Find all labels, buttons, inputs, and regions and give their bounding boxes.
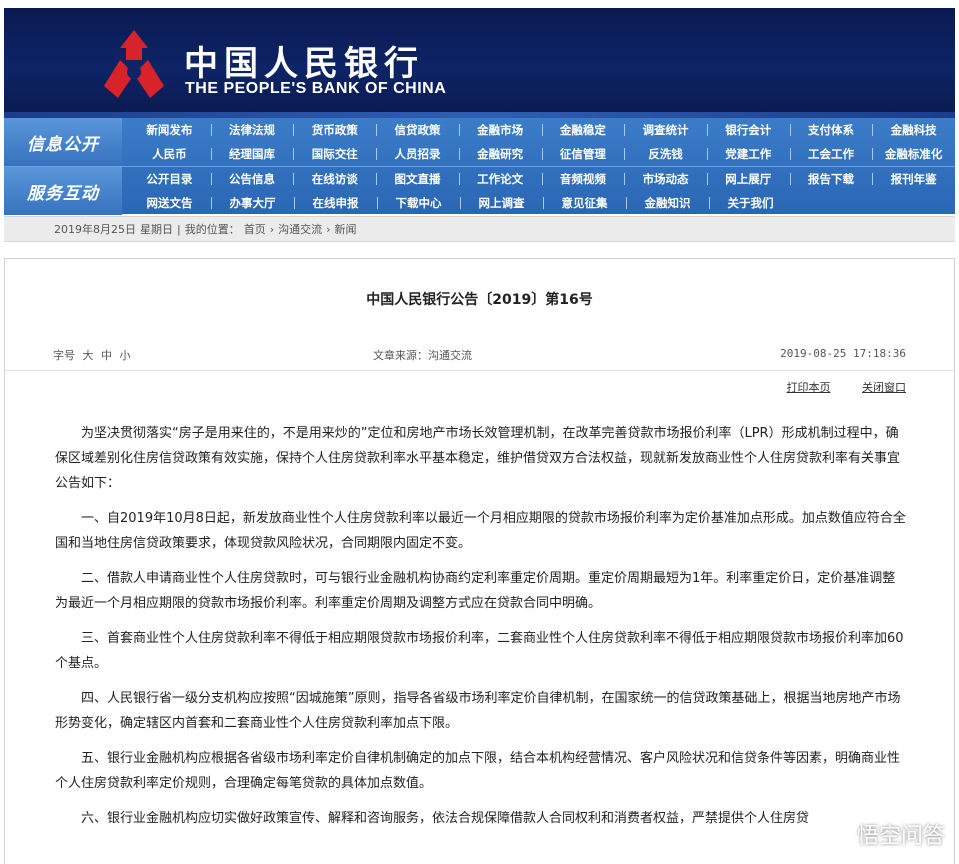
nav-item[interactable]: 市场动态 [624, 167, 707, 191]
nav-item[interactable]: 货币政策 [293, 118, 376, 142]
article-paragraph: 为坚决贯彻落实“房子是用来住的，不是用来炒的”定位和房地产市场长效管理机制，在改… [55, 426, 901, 491]
nav-item[interactable]: 金融知识 [626, 191, 709, 215]
print-page-link[interactable]: 打印本页 [787, 381, 831, 394]
nav-row: 公开目录 公告信息 在线访谈 图文直播 工作论文 音频视频 市场动态 网上展厅 … [128, 167, 955, 191]
article-body: 为坚决贯彻落实“房子是用来住的，不是用来炒的”定位和房地产市场长效管理机制，在改… [55, 421, 907, 841]
article-paragraph: 一、自2019年10月8日起，新发放商业性个人住房贷款利率以最近一个月相应期限的… [55, 511, 906, 551]
breadcrumb: 2019年8月25日 星期日 | 我的位置： 首页 › 沟通交流 › 新闻 [4, 216, 955, 242]
close-window-link[interactable]: 关闭窗口 [862, 381, 906, 394]
nav-item[interactable]: 金融科技 [872, 118, 955, 142]
nav-row: 网送文告 办事大厅 在线申报 下载中心 网上调查 意见征集 金融知识 关于我们 [128, 191, 955, 215]
nav-item[interactable]: 金融标准化 [872, 142, 955, 166]
main-navigation: 信息公开 新闻发布 法律法规 货币政策 信贷政策 金融市场 金融稳定 调查统计 … [4, 118, 955, 215]
current-weekday: 星期日 [140, 223, 173, 236]
chevron-right-icon: › [269, 222, 275, 236]
nav-item[interactable]: 办事大厅 [211, 191, 294, 215]
nav-item[interactable]: 工会工作 [789, 142, 873, 166]
nav-item[interactable]: 银行会计 [706, 118, 790, 142]
article-paragraph: 三、首套商业性个人住房贷款利率不得低于相应期限贷款市场报价利率，二套商业性个人住… [55, 631, 904, 671]
nav-group-title[interactable]: 服务互动 [4, 167, 122, 215]
pboc-emblem-icon [104, 30, 164, 98]
nav-item[interactable]: 关于我们 [709, 191, 792, 215]
breadcrumb-separator: | [177, 222, 181, 236]
font-size-large[interactable]: 大 [83, 349, 94, 362]
font-size-small[interactable]: 小 [120, 349, 131, 362]
article-meta: 字号 大 中 小 文章来源：沟通交流 2019-08-25 17:18:36 [5, 341, 954, 371]
article-paragraph: 六、银行业金融机构应切实做好政策宣传、解释和咨询服务，依法合规保障借款人合同权利… [81, 811, 810, 826]
nav-item[interactable]: 网上展厅 [706, 167, 790, 191]
nav-item[interactable]: 公开目录 [128, 167, 211, 191]
article-paragraph: 五、银行业金融机构应根据各省级市场利率定价自律机制确定的加点下限，结合本机构经营… [55, 751, 901, 791]
nav-row: 新闻发布 法律法规 货币政策 信贷政策 金融市场 金融稳定 调查统计 银行会计 … [128, 118, 955, 142]
logo-chinese-title[interactable]: 中国人民银行 [184, 36, 424, 85]
font-size-medium[interactable]: 中 [101, 349, 112, 362]
nav-item[interactable]: 经理国库 [210, 142, 294, 166]
nav-item[interactable]: 金融市场 [458, 118, 542, 142]
nav-item[interactable]: 人员招录 [376, 142, 459, 166]
nav-item[interactable]: 党建工作 [706, 142, 790, 166]
nav-item[interactable]: 法律法规 [210, 118, 294, 142]
chevron-right-icon: › [326, 222, 331, 236]
article-title: 中国人民银行公告〔2019〕第16号 [366, 292, 593, 308]
nav-item[interactable]: 网上调查 [460, 191, 543, 215]
nav-item[interactable]: 在线申报 [294, 191, 377, 215]
article-paragraph: 四、人民银行省一级分支机构应按照“因城施策”原则，指导各省级市场利率定价自律机制… [55, 691, 901, 731]
font-size-label: 字号 [53, 349, 75, 362]
watermark: 悟空问答 [821, 818, 945, 850]
nav-item[interactable]: 图文直播 [376, 167, 459, 191]
nav-item[interactable]: 网送文告 [128, 191, 211, 215]
nav-group-service: 服务互动 公开目录 公告信息 在线访谈 图文直播 工作论文 音频视频 市场动态 … [4, 166, 955, 215]
logo-english-title[interactable]: THE PEOPLE'S BANK OF CHINA [185, 80, 446, 98]
nav-group-info: 信息公开 新闻发布 法律法规 货币政策 信贷政策 金融市场 金融稳定 调查统计 … [4, 118, 955, 166]
nav-row: 人民币 经理国库 国际交往 人员招录 金融研究 征信管理 反洗钱 党建工作 工会… [128, 142, 955, 166]
nav-item[interactable]: 在线访谈 [293, 167, 376, 191]
nav-item[interactable]: 反洗钱 [624, 142, 707, 166]
article-paragraph: 二、借款人申请商业性个人住房贷款时，可与银行业金融机构协商约定利率重定价周期。重… [55, 571, 896, 611]
breadcrumb-section[interactable]: 沟通交流 [278, 221, 322, 237]
nav-item[interactable]: 新闻发布 [128, 118, 211, 142]
nav-item[interactable]: 报刊年鉴 [872, 167, 955, 191]
nav-item[interactable]: 信贷政策 [376, 118, 459, 142]
breadcrumb-current[interactable]: 新闻 [335, 221, 357, 237]
nav-item[interactable]: 征信管理 [541, 142, 625, 166]
nav-item[interactable]: 工作论文 [458, 167, 542, 191]
article-source: 文章来源：沟通交流 [373, 349, 472, 362]
nav-item[interactable]: 人民币 [128, 142, 211, 166]
font-size-selector: 字号 大 中 小 [53, 347, 131, 363]
current-date: 2019年8月25日 [54, 223, 136, 236]
nav-item[interactable]: 意见征集 [543, 191, 626, 215]
nav-item[interactable]: 报告下载 [789, 167, 873, 191]
nav-item[interactable]: 音频视频 [541, 167, 625, 191]
article-actions: 打印本页 关闭窗口 [759, 379, 907, 395]
nav-item[interactable]: 金融研究 [458, 142, 542, 166]
nav-item[interactable]: 公告信息 [210, 167, 294, 191]
nav-item[interactable]: 金融稳定 [541, 118, 625, 142]
article-timestamp: 2019-08-25 17:18:36 [780, 347, 906, 360]
nav-group-title[interactable]: 信息公开 [4, 118, 122, 166]
breadcrumb-home[interactable]: 首页 [244, 221, 266, 237]
nav-item[interactable]: 支付体系 [789, 118, 873, 142]
nav-item[interactable]: 调查统计 [624, 118, 707, 142]
site-header: 中国人民银行 THE PEOPLE'S BANK OF CHINA [4, 8, 955, 118]
article-panel: 中国人民银行公告〔2019〕第16号 字号 大 中 小 文章来源：沟通交流 20… [4, 258, 955, 864]
watermark-text: 悟空问答 [856, 824, 945, 849]
location-label: 我的位置： [184, 223, 240, 236]
wukong-icon [822, 820, 850, 848]
nav-item[interactable]: 下载中心 [377, 191, 460, 215]
nav-item[interactable]: 国际交往 [293, 142, 376, 166]
